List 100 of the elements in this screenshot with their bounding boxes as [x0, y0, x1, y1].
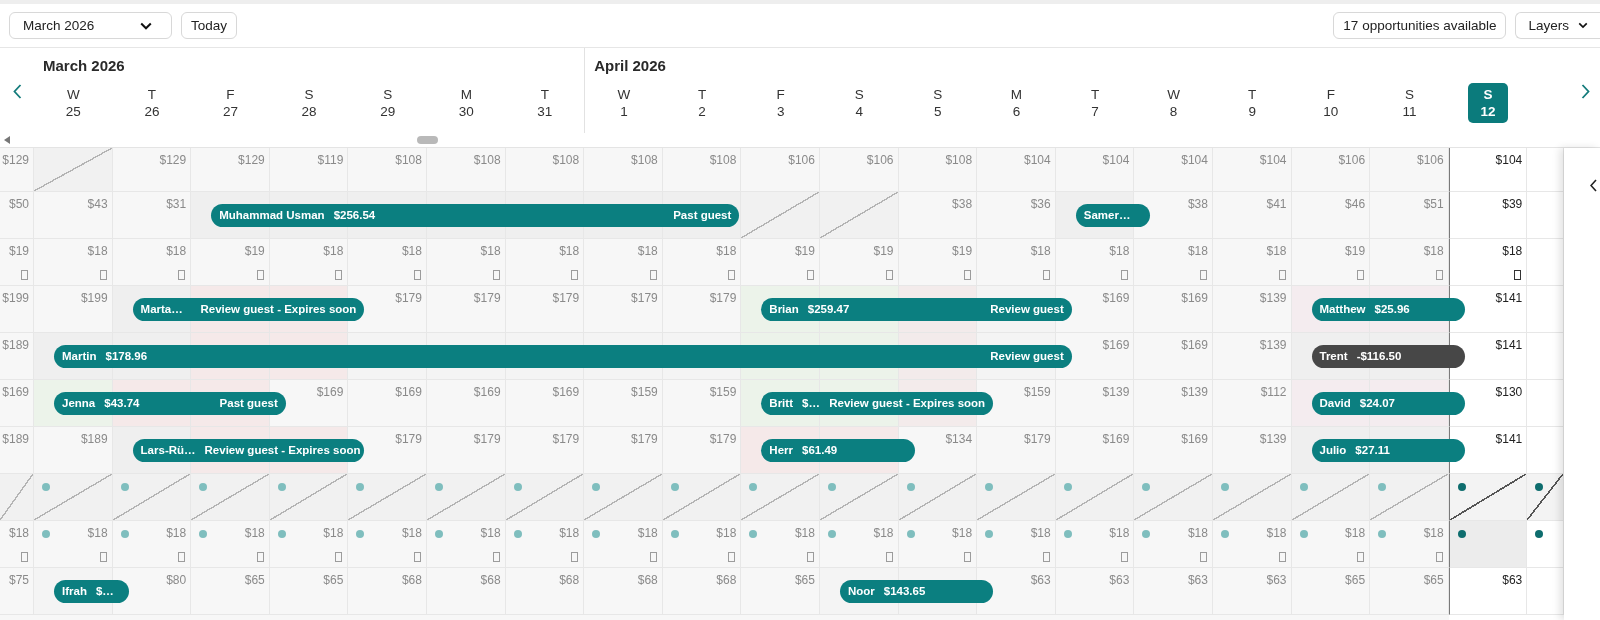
- booked-nights[interactable]: Jenna $43.74 Past guest: [34, 380, 286, 427]
- date-button[interactable]: S 5: [917, 83, 958, 123]
- date-button[interactable]: S 4: [839, 83, 880, 123]
- date-button[interactable]: F 3: [760, 83, 801, 123]
- nightly-price: $179: [473, 291, 501, 306]
- blocked-cell[interactable]: [191, 474, 270, 521]
- nightly-price: $19: [952, 244, 973, 259]
- nightly-price: $129: [159, 153, 187, 168]
- blocked-cell[interactable]: [269, 474, 349, 521]
- payout-amount: -$116.50: [1356, 350, 1402, 362]
- reservation-bar[interactable]: Martin $178.96 Review guest: [54, 344, 1072, 368]
- blocked-cell[interactable]: [898, 474, 978, 521]
- reservation-bar[interactable]: Noor $143.65: [839, 579, 994, 603]
- date-button[interactable]: F 27: [210, 83, 251, 123]
- month-dropdown[interactable]: March 2026: [9, 12, 172, 39]
- reservation-bar[interactable]: Marta… Review guest - Expires soon: [132, 297, 365, 321]
- nightly-price: $106: [866, 153, 894, 168]
- guest-name: David: [1319, 397, 1351, 409]
- blocked-cell[interactable]: [34, 474, 113, 521]
- blocked-cell[interactable]: [819, 474, 899, 521]
- blocked-cell[interactable]: [1527, 474, 1564, 521]
- blocked-cell[interactable]: [1134, 474, 1213, 521]
- blocked-cell[interactable]: [0, 474, 34, 521]
- blocked-cell[interactable]: [819, 192, 899, 239]
- blocked-cell[interactable]: [426, 474, 506, 521]
- month-label: April 2026: [594, 57, 666, 74]
- blocked-cell[interactable]: [741, 474, 820, 521]
- blocked-cell[interactable]: [741, 192, 820, 239]
- reservation-bar[interactable]: Lars-Rü… Review guest - Expires soon: [132, 438, 365, 462]
- scrollbar-thumb[interactable]: [417, 136, 438, 144]
- booked-nights[interactable]: Noor $143.65: [819, 568, 994, 615]
- nightly-price: $43: [87, 197, 108, 212]
- booked-nights[interactable]: Britt $… Review guest - Expires soon: [741, 380, 994, 427]
- blocked-cell[interactable]: [1448, 474, 1528, 521]
- nightly-price: $169: [1102, 291, 1130, 306]
- chevron-left-icon[interactable]: [1590, 179, 1597, 192]
- booked-nights[interactable]: Lars-Rü… Review guest - Expires soon: [112, 427, 365, 474]
- date-button[interactable]: S 12: [1468, 83, 1508, 123]
- guest-name: Noor: [847, 585, 875, 597]
- date-button[interactable]: M 6: [996, 83, 1037, 123]
- date-button[interactable]: T 9: [1232, 83, 1273, 123]
- layers-dropdown[interactable]: Layers: [1515, 12, 1600, 39]
- booked-nights[interactable]: Herr $61.49: [741, 427, 915, 474]
- booked-nights[interactable]: Brian $259.47 Review guest: [741, 286, 1072, 333]
- nightly-price: $18: [323, 244, 344, 259]
- payout-amount: $178.96: [105, 350, 148, 362]
- booked-nights[interactable]: Martin $178.96 Review guest: [34, 333, 1072, 380]
- blocked-cell[interactable]: [1291, 474, 1371, 521]
- blocked-cell[interactable]: [584, 474, 663, 521]
- date-button[interactable]: S 29: [367, 83, 408, 123]
- date-button[interactable]: M 30: [446, 83, 487, 123]
- blocked-cell[interactable]: [112, 474, 192, 521]
- opportunities-button[interactable]: 17 opportunities available: [1333, 12, 1507, 39]
- reservation-bar[interactable]: Matthew $25.96: [1311, 297, 1465, 321]
- date-button[interactable]: T 2: [682, 83, 723, 123]
- reservation-bar[interactable]: Brian $259.47 Review guest: [761, 297, 1072, 321]
- reservation-bar[interactable]: Julio $27.11: [1311, 438, 1465, 462]
- blocked-cell[interactable]: [977, 474, 1056, 521]
- reservation-bar[interactable]: Britt $… Review guest - Expires soon: [761, 391, 994, 415]
- date-button[interactable]: W 8: [1153, 83, 1194, 123]
- nightly-price: $169: [1102, 338, 1130, 353]
- booked-nights[interactable]: Muhammad Usman $256.54 Past guest: [191, 192, 742, 239]
- date-button[interactable]: W 1: [603, 83, 644, 123]
- chevron-right-icon[interactable]: [1581, 84, 1590, 99]
- reservation-bar[interactable]: Trent -$116.50: [1311, 344, 1465, 368]
- date-button[interactable]: T 26: [131, 83, 172, 123]
- blocked-cell[interactable]: [505, 474, 585, 521]
- booked-nights[interactable]: Marta… Review guest - Expires soon: [112, 286, 365, 333]
- blocked-cell[interactable]: [34, 148, 113, 192]
- date-button[interactable]: W 25: [53, 83, 94, 123]
- date-button[interactable]: F 10: [1310, 83, 1351, 123]
- blocked-cell[interactable]: [1055, 474, 1135, 521]
- nightly-price: $108: [395, 153, 422, 168]
- triangle-left-icon[interactable]: [4, 136, 10, 144]
- booked-nights[interactable]: David $24.07: [1291, 380, 1465, 427]
- reservation-bar[interactable]: Ifrah $…: [54, 579, 129, 603]
- reservation-bar[interactable]: David $24.07: [1311, 391, 1465, 415]
- reservation-bar[interactable]: Herr $61.49: [761, 438, 915, 462]
- guest-name: Julio: [1319, 444, 1347, 456]
- blocked-cell[interactable]: [1212, 474, 1292, 521]
- payout-amount: $256.54: [333, 209, 376, 221]
- nightly-price: $106: [1417, 153, 1444, 168]
- date-button[interactable]: S 28: [289, 83, 330, 123]
- guest-status: Review guest: [990, 303, 1064, 315]
- booked-nights[interactable]: Trent -$116.50: [1291, 333, 1465, 380]
- blocked-cell[interactable]: [1370, 474, 1449, 521]
- date-button[interactable]: T 31: [524, 83, 565, 123]
- blocked-cell[interactable]: [662, 474, 742, 521]
- nightly-price: $139: [1259, 338, 1287, 353]
- blocked-cell[interactable]: [348, 474, 427, 521]
- guest-name: Brian: [769, 303, 799, 315]
- reservation-bar[interactable]: Muhammad Usman $256.54 Past guest: [211, 203, 740, 227]
- nightly-price: $199: [2, 291, 29, 306]
- booked-nights[interactable]: Julio $27.11: [1291, 427, 1465, 474]
- booked-nights[interactable]: [1448, 521, 1528, 568]
- date-button[interactable]: S 11: [1389, 83, 1430, 123]
- date-button[interactable]: T 7: [1075, 83, 1115, 123]
- booked-nights[interactable]: Matthew $25.96: [1291, 286, 1465, 333]
- today-button[interactable]: Today: [181, 12, 238, 39]
- reservation-bar[interactable]: Jenna $43.74 Past guest: [54, 391, 286, 415]
